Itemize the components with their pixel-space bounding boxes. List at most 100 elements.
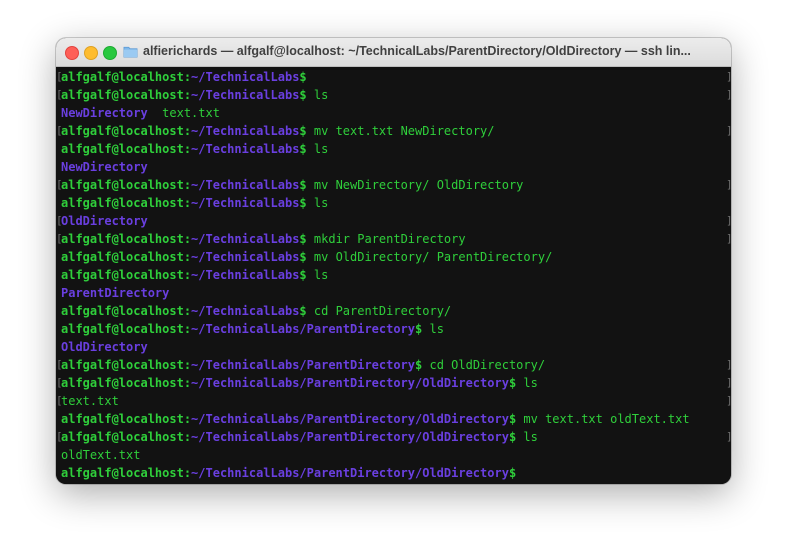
prompt-path: ~/TechnicalLabs/ParentDirectory/OldDirec…: [191, 466, 509, 480]
prompt-user-host: alfgalf@localhost:: [61, 196, 192, 210]
line-marker-right: ]: [726, 230, 731, 248]
line-marker-right: ]: [726, 122, 731, 140]
prompt-symbol: $: [299, 70, 307, 84]
command-text: ls: [523, 376, 538, 390]
prompt-path: ~/TechnicalLabs: [191, 232, 300, 246]
prompt-path: ~/TechnicalLabs: [191, 88, 300, 102]
command-text: mv OldDirectory/ ParentDirectory/: [313, 250, 553, 264]
line-content: alfgalf@localhost:~/TechnicalLabs$ ls: [61, 86, 328, 104]
line-content: oldText.txt: [61, 446, 140, 464]
line-content: alfgalf@localhost:~/TechnicalLabs$ mv Ol…: [61, 248, 552, 266]
terminal-output-line: NewDirectory: [56, 158, 731, 176]
prompt-symbol: $: [299, 232, 307, 246]
terminal-prompt-line: []alfgalf@localhost:~/TechnicalLabs$ mkd…: [56, 230, 731, 248]
line-content: OldDirectory: [61, 212, 148, 230]
command-text: cd OldDirectory/: [429, 358, 546, 372]
prompt-symbol: $: [299, 88, 307, 102]
command-text: mkdir ParentDirectory: [313, 232, 466, 246]
prompt-path: ~/TechnicalLabs: [191, 196, 300, 210]
prompt-user-host: alfgalf@localhost:: [61, 124, 192, 138]
prompt-user-host: alfgalf@localhost:: [61, 466, 192, 480]
prompt-symbol: $: [299, 124, 307, 138]
line-content: text.txt: [61, 392, 119, 410]
line-content: alfgalf@localhost:~/TechnicalLabs/Parent…: [61, 320, 444, 338]
line-content: alfgalf@localhost:~/TechnicalLabs$ ls: [61, 266, 328, 284]
line-content: alfgalf@localhost:~/TechnicalLabs/Parent…: [61, 464, 516, 482]
prompt-user-host: alfgalf@localhost:: [61, 232, 192, 246]
prompt-path: ~/TechnicalLabs/ParentDirectory/OldDirec…: [191, 376, 509, 390]
terminal-prompt-line: []alfgalf@localhost:~/TechnicalLabs/Pare…: [56, 428, 731, 446]
line-content: alfgalf@localhost:~/TechnicalLabs$: [61, 68, 307, 86]
terminal-window[interactable]: alfierichards — alfgalf@localhost: ~/Tec…: [56, 38, 731, 484]
prompt-path: ~/TechnicalLabs/ParentDirectory/OldDirec…: [191, 412, 509, 426]
command-text: ls: [313, 142, 329, 156]
prompt-user-host: alfgalf@localhost:: [61, 412, 192, 426]
prompt-symbol: $: [508, 466, 517, 480]
terminal-prompt-line: alfgalf@localhost:~/TechnicalLabs/Parent…: [56, 464, 731, 482]
line-content: alfgalf@localhost:~/TechnicalLabs$ mkdir…: [61, 230, 466, 248]
directory-entry: NewDirectory: [61, 160, 148, 174]
prompt-symbol: $: [299, 250, 307, 264]
prompt-user-host: alfgalf@localhost:: [61, 88, 192, 102]
prompt-symbol: $: [299, 304, 307, 318]
line-content: OldDirectory: [61, 338, 148, 356]
terminal-prompt-line: []alfgalf@localhost:~/TechnicalLabs$ mv …: [56, 122, 731, 140]
line-marker-right: ]: [726, 212, 731, 230]
prompt-user-host: alfgalf@localhost:: [61, 430, 192, 444]
terminal-prompt-line: alfgalf@localhost:~/TechnicalLabs/Parent…: [56, 410, 731, 428]
line-content: alfgalf@localhost:~/TechnicalLabs$ ls: [61, 140, 328, 158]
terminal-content[interactable]: []alfgalf@localhost:~/TechnicalLabs$ []al…: [56, 67, 731, 484]
prompt-path: ~/TechnicalLabs: [191, 304, 300, 318]
prompt-path: ~/TechnicalLabs/ParentDirectory: [191, 358, 416, 372]
close-button[interactable]: [65, 46, 79, 60]
line-content: NewDirectory text.txt: [61, 104, 220, 122]
terminal-prompt-line: []alfgalf@localhost:~/TechnicalLabs/Pare…: [56, 374, 731, 392]
prompt-user-host: alfgalf@localhost:: [61, 322, 192, 336]
line-content: NewDirectory: [61, 158, 148, 176]
prompt-user-host: alfgalf@localhost:: [61, 376, 192, 390]
terminal-prompt-line: []alfgalf@localhost:~/TechnicalLabs$: [56, 68, 731, 86]
minimize-button[interactable]: [84, 46, 98, 60]
line-marker-right: ]: [726, 428, 731, 446]
terminal-output-line: []text.txt: [56, 392, 731, 410]
directory-entry: OldDirectory: [61, 340, 148, 354]
prompt-symbol: $: [299, 178, 307, 192]
prompt-user-host: alfgalf@localhost:: [61, 304, 192, 318]
command-text: ls: [313, 88, 329, 102]
prompt-path: ~/TechnicalLabs: [191, 142, 300, 156]
prompt-user-host: alfgalf@localhost:: [61, 268, 192, 282]
command-text: ls: [523, 430, 538, 444]
terminal-output-line: oldText.txt: [56, 446, 731, 464]
maximize-button[interactable]: [103, 46, 117, 60]
line-content: alfgalf@localhost:~/TechnicalLabs$ cd Pa…: [61, 302, 451, 320]
prompt-symbol: $: [299, 268, 307, 282]
file-entry: text.txt: [147, 106, 220, 120]
prompt-user-host: alfgalf@localhost:: [61, 142, 192, 156]
line-content: alfgalf@localhost:~/TechnicalLabs/Parent…: [61, 374, 538, 392]
line-marker-right: ]: [726, 356, 731, 374]
window-title: alfierichards — alfgalf@localhost: ~/Tec…: [143, 44, 691, 58]
line-marker-right: ]: [726, 176, 731, 194]
line-marker-right: ]: [726, 374, 731, 392]
terminal-prompt-line: []alfgalf@localhost:~/TechnicalLabs$ mv …: [56, 176, 731, 194]
command-text: mv NewDirectory/ OldDirectory: [313, 178, 524, 192]
directory-entry: NewDirectory: [61, 106, 148, 120]
prompt-path: ~/TechnicalLabs/ParentDirectory/OldDirec…: [191, 430, 509, 444]
command-text: mv text.txt NewDirectory/: [313, 124, 495, 138]
terminal-prompt-line: []alfgalf@localhost:~/TechnicalLabs/Pare…: [56, 356, 731, 374]
directory-entry: ParentDirectory: [61, 286, 170, 300]
prompt-path: ~/TechnicalLabs/ParentDirectory: [191, 322, 416, 336]
line-content: ParentDirectory: [61, 284, 169, 302]
file-entry: oldText.txt: [61, 448, 141, 462]
command-text: ls: [429, 322, 444, 336]
line-marker-right: ]: [726, 86, 731, 104]
prompt-symbol: $: [299, 142, 307, 156]
prompt-path: ~/TechnicalLabs: [191, 250, 300, 264]
file-entry: text.txt: [61, 394, 119, 408]
line-marker-right: ]: [726, 392, 731, 410]
title-bar[interactable]: alfierichards — alfgalf@localhost: ~/Tec…: [56, 38, 731, 67]
line-content: alfgalf@localhost:~/TechnicalLabs/Parent…: [61, 410, 690, 428]
line-content: alfgalf@localhost:~/TechnicalLabs/Parent…: [61, 428, 538, 446]
terminal-output-line: []OldDirectory: [56, 212, 731, 230]
command-text: cd ParentDirectory/: [313, 304, 452, 318]
